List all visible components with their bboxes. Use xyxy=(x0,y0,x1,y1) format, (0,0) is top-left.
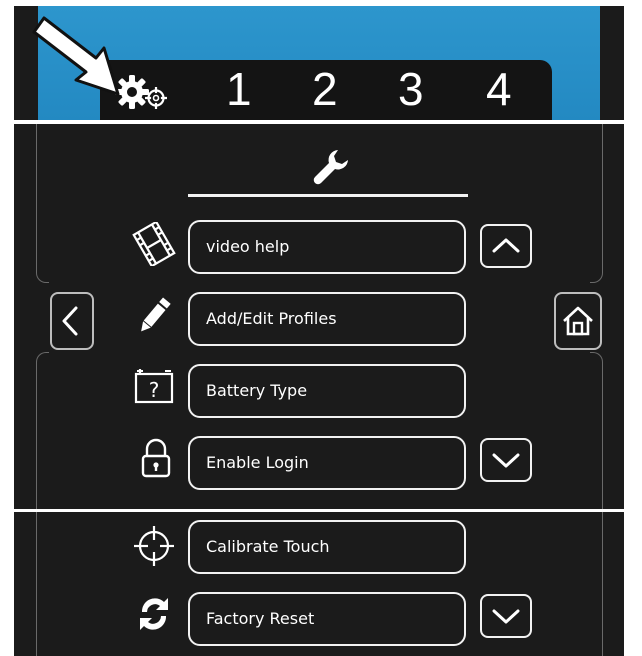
tab-bar-panel: 1 2 3 4 xyxy=(14,6,624,120)
frame-line xyxy=(36,512,49,656)
tab-2[interactable]: 2 xyxy=(312,66,338,112)
tab-3[interactable]: 3 xyxy=(398,66,424,112)
refresh-icon xyxy=(140,598,168,630)
film-icon xyxy=(132,222,176,266)
tab-1[interactable]: 1 xyxy=(226,66,252,112)
battery-type-button[interactable]: Battery Type xyxy=(188,364,466,418)
add-edit-profiles-button[interactable]: Add/Edit Profiles xyxy=(188,292,466,346)
header-divider xyxy=(188,194,468,197)
tab-4[interactable]: 4 xyxy=(486,66,512,112)
video-help-button[interactable]: video help xyxy=(188,220,466,274)
factory-reset-button[interactable]: Factory Reset xyxy=(188,592,466,646)
scroll-down-button[interactable] xyxy=(480,594,532,638)
wrench-icon xyxy=(313,150,348,185)
chevron-down-icon xyxy=(492,453,520,468)
home-icon xyxy=(563,306,593,336)
arrow-pointer-icon xyxy=(32,16,120,96)
svg-text:?: ? xyxy=(149,378,160,402)
pencil-icon xyxy=(141,297,171,332)
calibrate-touch-button[interactable]: Calibrate Touch xyxy=(188,520,466,574)
settings-menu-scrolled-panel: Calibrate Touch Factory Reset xyxy=(14,512,624,656)
lock-icon xyxy=(141,438,171,478)
chevron-down-icon xyxy=(492,609,520,624)
chevron-left-icon xyxy=(62,306,78,336)
settings-menu-panel: video help Add/Edit Profiles ? Battery T… xyxy=(14,124,624,509)
frame-line xyxy=(36,124,49,283)
chevron-up-icon xyxy=(492,238,520,253)
frame-line xyxy=(590,124,603,283)
scroll-down-button[interactable] xyxy=(480,438,532,482)
tab-bar: 1 2 3 4 xyxy=(100,60,552,120)
crosshair-icon xyxy=(134,526,174,566)
frame-line xyxy=(36,352,49,509)
battery-question-icon: ? xyxy=(134,369,174,404)
enable-login-button[interactable]: Enable Login xyxy=(188,436,466,490)
scroll-up-button[interactable] xyxy=(480,224,532,268)
home-button[interactable] xyxy=(554,292,602,350)
frame-line xyxy=(590,352,603,509)
back-button[interactable] xyxy=(50,292,94,350)
frame-line xyxy=(590,512,603,656)
